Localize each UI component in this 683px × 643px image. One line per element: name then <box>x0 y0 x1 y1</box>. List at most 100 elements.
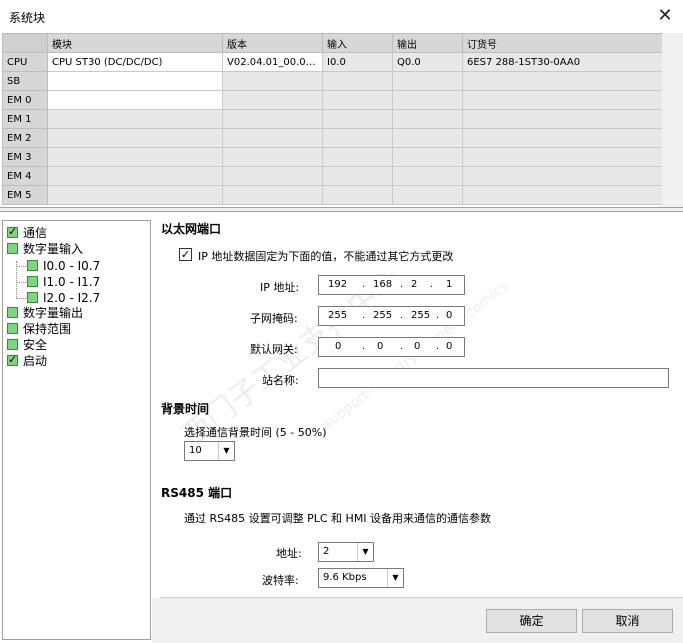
row-header[interactable]: EM 1 <box>2 109 48 129</box>
ip-dot: . <box>362 341 366 352</box>
tree-item-i2[interactable]: I2.0 - I2.7 <box>27 290 100 306</box>
cell-order[interactable]: 6ES7 288-1ST30-0AA0 <box>462 52 663 72</box>
cell-output[interactable]: Q0.0 <box>392 52 463 72</box>
subnet-mask-label: 子网掩码: <box>250 312 298 325</box>
cell-version[interactable] <box>222 128 323 148</box>
table-row[interactable]: EM 4 <box>2 166 663 186</box>
pane-splitter[interactable] <box>0 207 683 212</box>
tree-connector <box>16 266 26 267</box>
cell-version[interactable] <box>222 166 323 186</box>
tree-item-label: 数字量输出 <box>23 306 84 320</box>
cell-version[interactable] <box>222 90 323 110</box>
row-header[interactable]: EM 5 <box>2 185 48 205</box>
cell-output[interactable] <box>392 147 463 167</box>
ip-dot: . <box>436 341 440 352</box>
tree-item-label: I0.0 - I0.7 <box>43 259 101 273</box>
tree-item-security[interactable]: 安全 <box>7 337 47 353</box>
cell-output[interactable] <box>392 71 463 91</box>
cell-output[interactable] <box>392 166 463 186</box>
cell-version[interactable] <box>222 185 323 205</box>
rs485-address-select[interactable]: 2 ▼ <box>318 542 374 562</box>
cell-module[interactable] <box>47 128 223 148</box>
cell-module[interactable] <box>47 185 223 205</box>
cell-order[interactable] <box>462 90 663 110</box>
cell-module[interactable] <box>47 109 223 129</box>
row-header[interactable]: EM 0 <box>2 90 48 110</box>
cell-version[interactable] <box>222 109 323 129</box>
cell-output[interactable] <box>392 90 463 110</box>
ip-dot: . <box>400 279 404 290</box>
close-icon[interactable]: ✕ <box>652 4 678 28</box>
cell-input[interactable]: I0.0 <box>322 52 393 72</box>
table-row[interactable]: EM 1 <box>2 109 663 129</box>
cell-version[interactable] <box>222 71 323 91</box>
table-row[interactable]: SB <box>2 71 663 91</box>
ip-address-field[interactable]: 192 . 168 . 2 . 1 <box>318 275 465 295</box>
tree-item-label: 通信 <box>23 226 48 240</box>
row-header[interactable]: EM 4 <box>2 166 48 186</box>
box-icon <box>7 339 18 350</box>
col-header-order[interactable]: 订货号 <box>462 33 663 53</box>
row-header[interactable]: CPU <box>2 52 48 72</box>
rs485-title: RS485 端口 <box>161 486 233 500</box>
subnet-mask-field[interactable]: 255 . 255 . 255 . 0 <box>318 306 465 326</box>
table-row[interactable]: EM 2 <box>2 128 663 148</box>
select-value: 2 <box>323 546 330 557</box>
tree-item-retentive[interactable]: 保持范围 <box>7 321 71 337</box>
cell-version[interactable] <box>222 147 323 167</box>
cell-input[interactable] <box>322 109 393 129</box>
cell-module[interactable] <box>47 166 223 186</box>
col-header-version[interactable]: 版本 <box>222 33 323 53</box>
table-row[interactable]: EM 5 <box>2 185 663 205</box>
cell-input[interactable] <box>322 71 393 91</box>
tree-item-i1[interactable]: I1.0 - I1.7 <box>27 274 100 290</box>
box-icon <box>7 243 18 254</box>
cell-input[interactable] <box>322 90 393 110</box>
tree-item-digital-output[interactable]: 数字量输出 <box>7 305 83 321</box>
cell-output[interactable] <box>392 128 463 148</box>
tree-item-startup[interactable]: 启动 <box>7 352 47 369</box>
row-header[interactable]: EM 2 <box>2 128 48 148</box>
tree-connector <box>16 298 26 299</box>
col-header-input[interactable]: 输入 <box>322 33 393 53</box>
cell-order[interactable] <box>462 147 663 167</box>
ok-button[interactable]: 确定 <box>486 609 577 633</box>
row-header[interactable]: SB <box>2 71 48 91</box>
gateway-field[interactable]: 0 . 0 . 0 . 0 <box>318 337 465 357</box>
col-header-module[interactable]: 模块 <box>47 33 223 53</box>
table-corner <box>2 33 48 53</box>
cell-order[interactable] <box>462 185 663 205</box>
cell-module[interactable] <box>47 147 223 167</box>
table-row[interactable]: EM 0 <box>2 90 663 110</box>
cell-input[interactable] <box>322 185 393 205</box>
tree-item-communication[interactable]: 通信 <box>7 224 48 241</box>
table-row[interactable]: EM 3 <box>2 147 663 167</box>
cell-order[interactable] <box>462 128 663 148</box>
station-name-input[interactable] <box>318 368 669 388</box>
fixed-ip-checkbox[interactable]: ✓ <box>179 248 192 261</box>
ip-dot: . <box>362 310 366 321</box>
ip-octet: 0 <box>446 341 453 352</box>
cell-output[interactable] <box>392 109 463 129</box>
cell-version[interactable]: V02.04.01_00.00... <box>222 52 323 72</box>
baud-rate-select[interactable]: 9.6 Kbps ▼ <box>318 568 404 588</box>
cell-module[interactable]: CPU ST30 (DC/DC/DC) <box>47 52 223 72</box>
tree-item-i0[interactable]: I0.0 - I0.7 <box>27 258 100 274</box>
background-time-select[interactable]: 10 ▼ <box>184 441 235 461</box>
cell-module[interactable] <box>47 90 223 110</box>
cell-input[interactable] <box>322 147 393 167</box>
cell-order[interactable] <box>462 166 663 186</box>
col-header-output[interactable]: 输出 <box>392 33 463 53</box>
cell-input[interactable] <box>322 128 393 148</box>
cell-order[interactable] <box>462 71 663 91</box>
cancel-button[interactable]: 取消 <box>582 609 673 633</box>
cell-order[interactable] <box>462 109 663 129</box>
tree-item-digital-input[interactable]: 数字量输入 <box>7 241 83 257</box>
cell-input[interactable] <box>322 166 393 186</box>
tree-item-label: I1.0 - I1.7 <box>43 275 101 289</box>
cell-module[interactable] <box>47 71 223 91</box>
cell-output[interactable] <box>392 185 463 205</box>
table-row[interactable]: CPU CPU ST30 (DC/DC/DC) V02.04.01_00.00...… <box>2 52 663 72</box>
ip-dot: . <box>362 279 366 290</box>
row-header[interactable]: EM 3 <box>2 147 48 167</box>
